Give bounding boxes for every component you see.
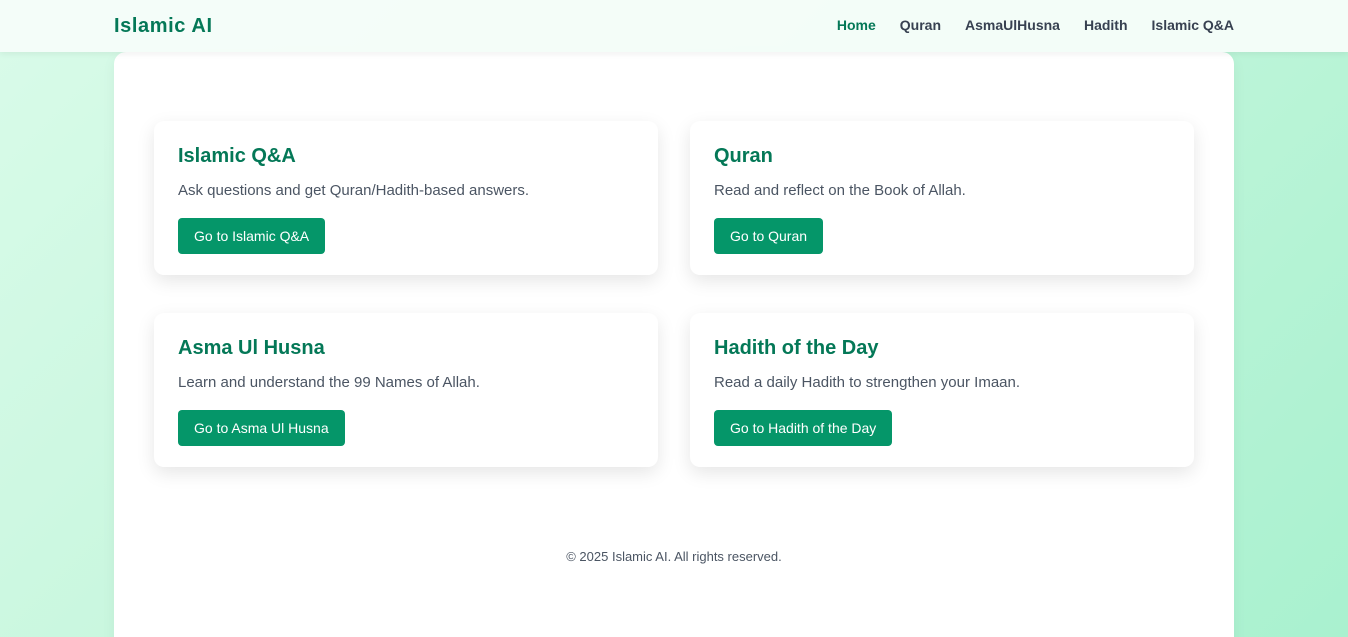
card-hadith-of-the-day: Hadith of the Day Read a daily Hadith to… [690, 313, 1194, 467]
nav-link-quran[interactable]: Quran [900, 17, 941, 33]
footer-copyright: © 2025 Islamic AI. All rights reserved. [566, 549, 782, 564]
go-to-hadith-of-the-day-button[interactable]: Go to Hadith of the Day [714, 410, 893, 446]
go-to-asma-ul-husna-button[interactable]: Go to Asma Ul Husna [178, 410, 345, 446]
card-description: Read and reflect on the Book of Allah. [714, 182, 966, 199]
go-to-islamic-qa-button[interactable]: Go to Islamic Q&A [178, 218, 326, 254]
card-description: Learn and understand the 99 Names of All… [178, 374, 480, 391]
card-quran: Quran Read and reflect on the Book of Al… [690, 121, 1194, 275]
card-title: Asma Ul Husna [178, 337, 325, 359]
brand-logo-text[interactable]: Islamic AI [114, 15, 213, 38]
nav-link-hadith[interactable]: Hadith [1084, 17, 1128, 33]
nav-link-islamic-qa[interactable]: Islamic Q&A [1152, 17, 1234, 33]
nav-link-asmaulhusna[interactable]: AsmaUlHusna [965, 17, 1060, 33]
card-asma-ul-husna: Asma Ul Husna Learn and understand the 9… [154, 313, 658, 467]
card-description: Read a daily Hadith to strengthen your I… [714, 374, 1021, 391]
card-title: Quran [714, 145, 773, 167]
card-islamic-qa: Islamic Q&A Ask questions and get Quran/… [154, 121, 658, 275]
main-content-panel: Islamic Q&A Ask questions and get Quran/… [114, 52, 1234, 637]
card-title: Islamic Q&A [178, 145, 296, 167]
nav-links: Home Quran AsmaUlHusna Hadith Islamic Q&… [837, 17, 1234, 33]
nav-link-home[interactable]: Home [837, 17, 876, 33]
go-to-quran-button[interactable]: Go to Quran [714, 218, 824, 254]
card-description: Ask questions and get Quran/Hadith-based… [178, 182, 530, 199]
top-navbar: Islamic AI Home Quran AsmaUlHusna Hadith… [0, 0, 1348, 52]
card-title: Hadith of the Day [714, 337, 879, 359]
